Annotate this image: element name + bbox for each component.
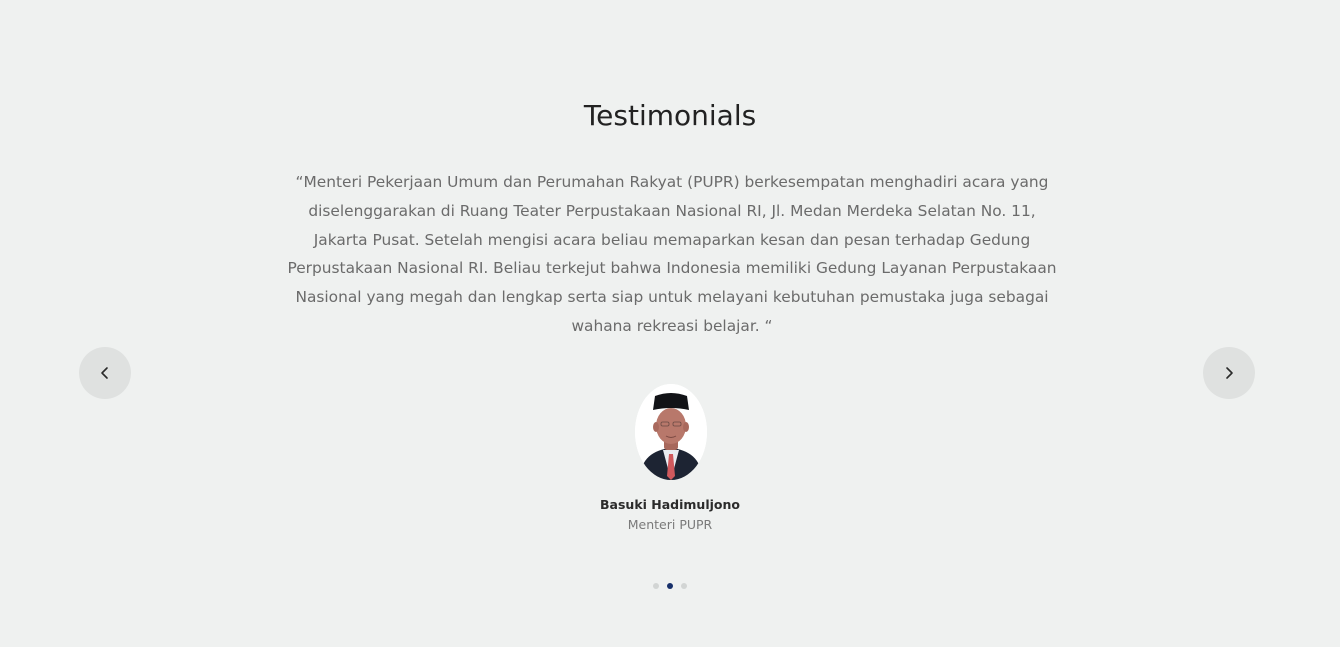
chevron-left-icon	[98, 366, 112, 380]
carousel-prev-button[interactable]	[79, 347, 131, 399]
carousel-dot-3[interactable]	[681, 583, 687, 589]
carousel-dot-2[interactable]	[667, 583, 673, 589]
testimonials-section: Testimonials “Menteri Pekerjaan Umum dan…	[0, 0, 1340, 647]
carousel-pagination	[0, 583, 1340, 589]
testimonial-quote: “Menteri Pekerjaan Umum dan Perumahan Ra…	[287, 173, 1057, 335]
person-role: Menteri PUPR	[627, 517, 713, 532]
person-portrait-image	[635, 384, 707, 480]
avatar	[635, 384, 707, 480]
section-title: Testimonials	[583, 99, 757, 132]
person-name: Basuki Hadimuljono	[600, 497, 740, 512]
carousel-next-button[interactable]	[1203, 347, 1255, 399]
carousel-dot-1[interactable]	[653, 583, 659, 589]
chevron-right-icon	[1222, 366, 1236, 380]
